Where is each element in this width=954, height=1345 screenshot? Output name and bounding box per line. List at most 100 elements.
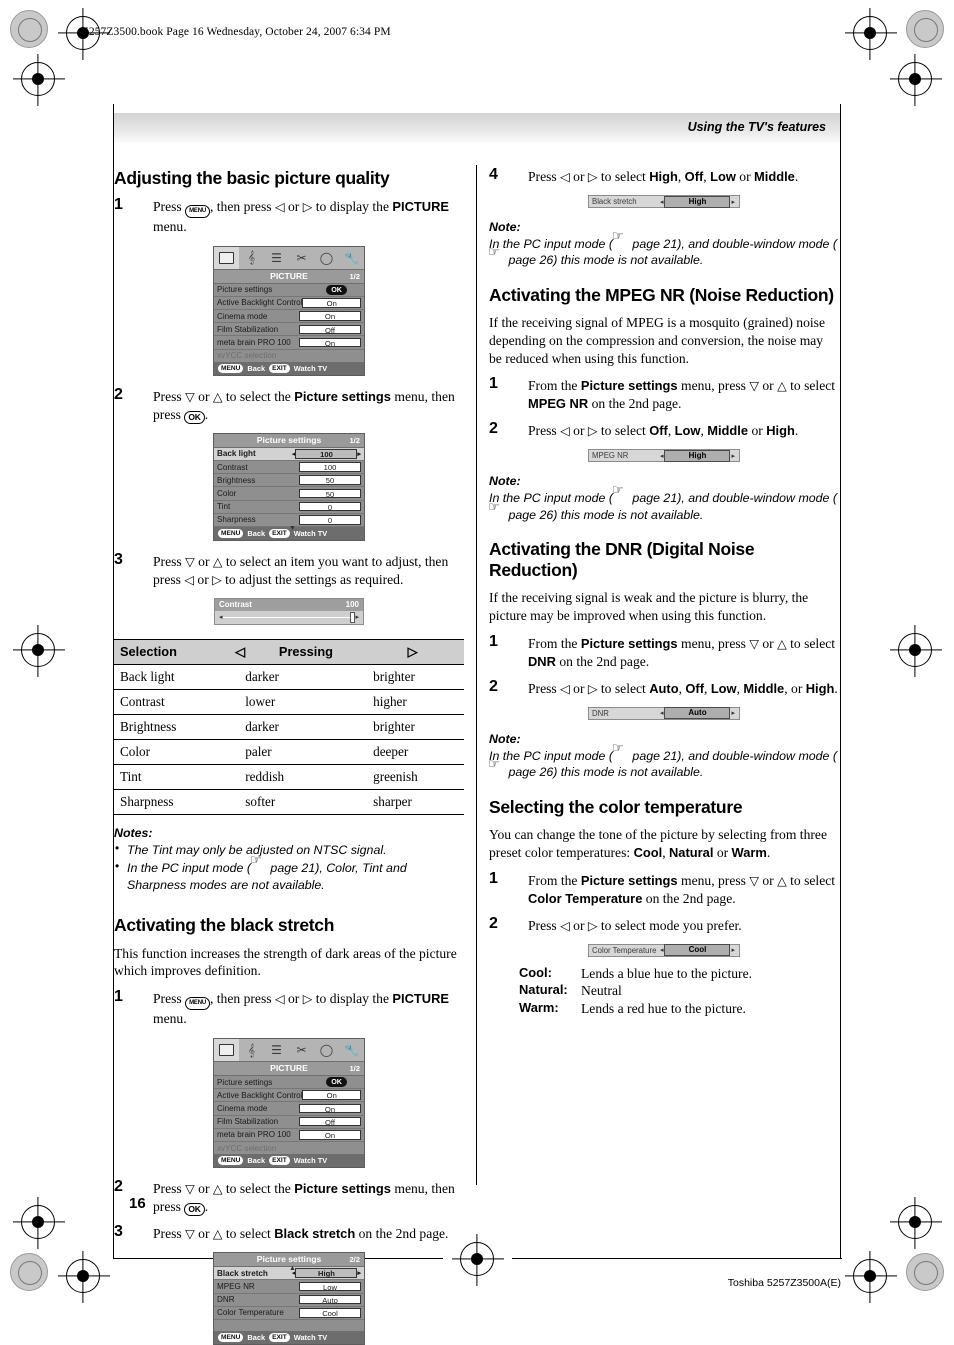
definition-desc-cool: Lends a blue hue to the picture. [581,965,752,981]
option-middle: Middle [754,169,795,184]
osd-row-value: On [299,1130,361,1140]
right-arrow-icon[interactable]: ▸ [730,946,736,954]
document-page: 5257Z3500.book Page 16 Wednesday, Octobe… [0,0,954,1345]
cell-selection: Sharpness [114,789,224,815]
right-arrow-icon[interactable]: ▸ [730,452,736,460]
notes-title: Notes: [114,825,153,840]
bold-picture: PICTURE [392,198,449,214]
reference-hand-icon [488,501,504,520]
tools-tab-icon[interactable]: 🔧 [339,1039,364,1061]
osd-row-sharpness[interactable]: Sharpness 0 ▼ [214,514,364,532]
osd-row-value: High [295,1268,358,1278]
sound-tab-icon[interactable]: 𝄞 [239,1039,264,1061]
osd-row-brightness[interactable]: Brightness 50 [214,474,364,488]
osd-row-back-light[interactable]: Back light ◂ 100 ▸ [214,447,364,461]
step-text-pre: Press [153,1226,182,1242]
osd-row-color[interactable]: Color 50 [214,487,364,501]
th-right-arrow: ▷ [355,638,464,665]
picture-tab-icon[interactable] [214,246,239,269]
osd-row-label: xvYCC selection [217,351,277,361]
step-text-end: . [794,423,799,439]
osd-row-color-temperature[interactable]: Color Temperature Cool [214,1307,364,1320]
step-1-dnr: 1 From the Picture settings menu, press … [489,633,839,671]
note-line2-b: page 26) this mode is not available. [505,765,704,780]
up-arrow-glyph: △ [777,635,787,651]
right-arrow-icon[interactable]: ▸ [730,709,736,717]
osd-row-cinema-mode[interactable]: Cinema mode On [214,1102,364,1116]
timer-tab-icon[interactable]: ◯ [314,1039,339,1061]
registration-mark-bottom-left [66,1259,100,1293]
right-arrow-glyph: ▷ [587,423,598,439]
registration-mark-top-right [853,16,887,50]
up-arrow-glyph: △ [212,1226,223,1242]
cell-right-effect: higher [355,689,464,715]
note-bold-sharpness: Sharpness [127,877,187,892]
step-text-pre: From the [528,635,578,651]
osd-row-film-stabilization[interactable]: Film Stabilization Off [214,323,364,337]
tools-tab-icon[interactable]: 🔧 [339,247,364,269]
option-low: Low [710,169,736,184]
osd-title-bar: PICTURE 1/2 [214,1062,364,1076]
osd-row-black-stretch[interactable]: ▲ Black stretch ◂ High ▸ [214,1265,364,1281]
registration-mark-left-bottom [21,1205,55,1239]
right-arrow-icon[interactable]: ▸ [730,198,736,206]
osd-row-tint[interactable]: Tint 0 [214,501,364,514]
black-stretch-option-bar: Black stretch ◂ High ▸ [588,195,740,208]
note-text: In the PC input mode ( page 21), and dou… [488,484,839,523]
osd-row-film-stabilization[interactable]: Film Stabilization Off [214,1116,364,1129]
right-arrow-icon: ▸ [357,450,361,458]
step-text-or: or [762,635,774,651]
option-natural: Natural [669,844,714,860]
osd-title-bar: Picture settings 1/2 [214,433,364,448]
note-pre: In the PC input mode ( [127,861,251,876]
registration-mark-left-mid [21,633,55,667]
bold-picture-settings: Picture settings [580,872,678,888]
up-arrow-glyph: △ [212,1181,223,1197]
crop-line-bottom [512,1258,842,1259]
bold-picture: PICTURE [392,991,449,1006]
step-number: 2 [489,677,498,695]
scroll-down-caret-icon: ▼ [289,524,296,532]
heading-activating-dnr: Activating the DNR (Digital Noise Reduct… [489,539,755,580]
cell-left-effect: reddish [223,764,356,790]
note-block-dnr: Note: In the PC input mode ( page 21), a… [488,732,839,781]
up-arrow-glyph: △ [777,872,787,888]
step-text-c: to adjust the settings as required. [225,571,404,587]
osd-row-value: Off [299,324,361,335]
osd-row-picture-settings[interactable]: Picture settings OK [214,1076,364,1090]
osd-row-cinema-mode[interactable]: Cinema mode On [214,310,364,324]
setup-tab-icon[interactable]: ✂ [289,1039,314,1061]
osd-row-contrast[interactable]: Contrast 100 [214,461,364,475]
option-low: Low [710,680,737,696]
step-text-pre: Press [153,388,182,404]
picture-tab-icon[interactable] [214,1039,239,1061]
timer-tab-icon[interactable]: ◯ [314,247,339,269]
step-text-or: or [573,680,585,696]
osd-row-dnr[interactable]: DNR Auto [214,1294,364,1307]
osd-row-label: xvYCC selection [217,1143,277,1153]
osd-row-meta-brain-pro-100[interactable]: meta brain PRO 100 On [214,1129,364,1142]
osd-row-label: Color Temperature [217,1308,284,1318]
osd-row-active-backlight-control[interactable]: Active Backlight Control On [214,1089,364,1103]
osd-row-meta-brain-pro-100[interactable]: meta brain PRO 100 On [214,336,364,350]
osd-title-text: PICTURE [270,270,308,281]
osd-row-mpeg-nr[interactable]: MPEG NR Low [214,1280,364,1294]
sound-tab-icon[interactable]: 𝄞 [239,247,264,269]
option-bar-label: Black stretch [592,197,637,206]
heading-activating-black-stretch: Activating the black stretch [114,915,335,936]
step-text-pre: Press [153,1181,182,1197]
osd-row-picture-settings[interactable]: Picture settings OK [214,284,364,297]
exit-key-action: Watch TV [293,1156,328,1166]
setup-tab-icon[interactable]: ✂ [289,247,314,269]
osd-row-label: meta brain PRO 100 [217,337,291,347]
preferences-tab-icon[interactable]: ☰ [264,247,289,269]
down-arrow-glyph: ▽ [749,635,759,651]
step-text-post: to select [790,635,836,651]
osd-row-active-backlight-control[interactable]: Active Backlight Control On [214,297,364,311]
sep: , [677,169,685,184]
option-bar-value: High [664,449,731,462]
preferences-tab-icon[interactable]: ☰ [264,1039,289,1061]
contrast-slider-track[interactable]: ◂ ▸ [215,611,363,624]
th-left-arrow: ◁ [223,638,251,665]
definition-term-cool: Cool: [519,964,552,980]
